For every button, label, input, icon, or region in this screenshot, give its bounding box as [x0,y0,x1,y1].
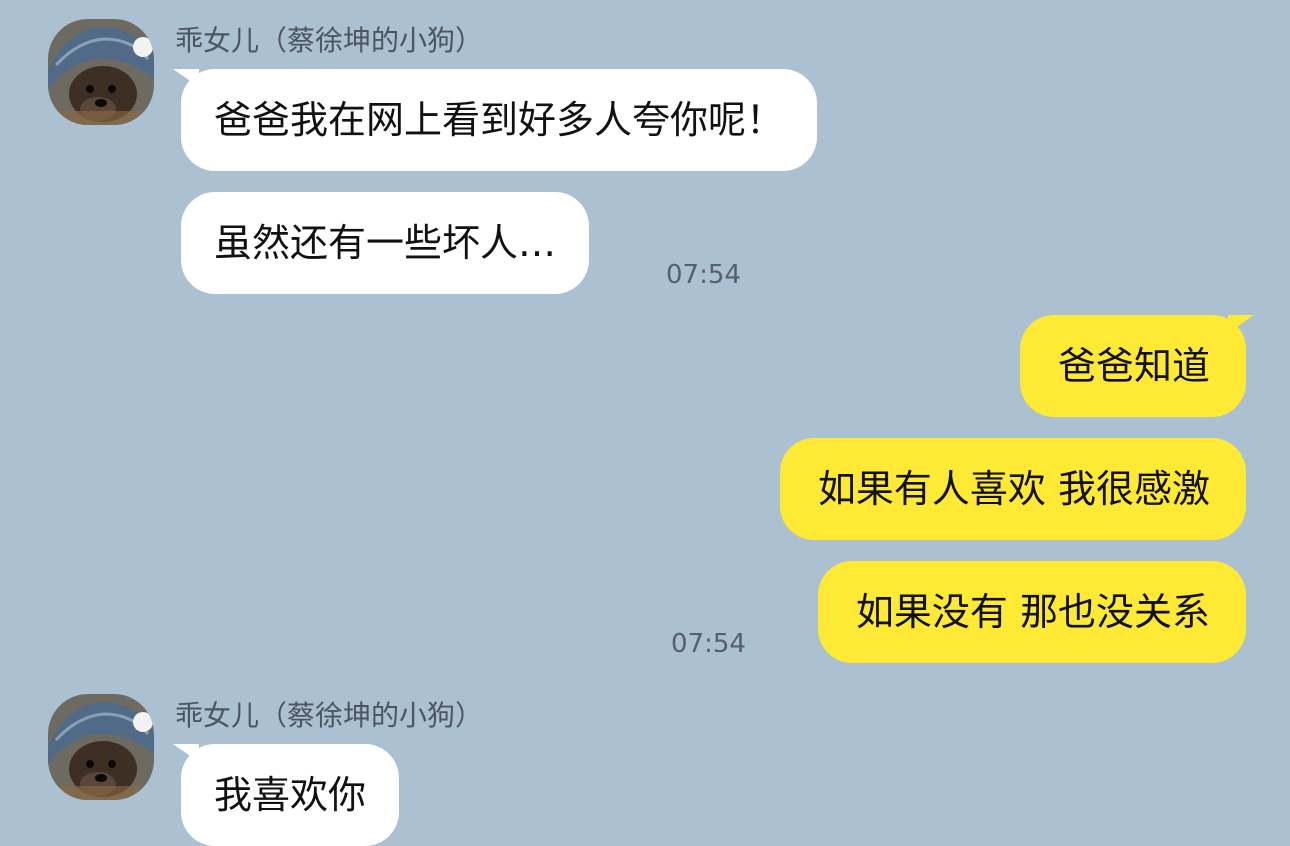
dog-avatar-icon[interactable] [48,694,154,800]
message-bubble-outgoing[interactable]: 如果有人喜欢 我很感激 [779,438,1246,540]
message-bubble-outgoing[interactable]: 爸爸知道 [1019,315,1246,417]
dog-avatar-icon[interactable] [48,19,154,125]
message-bubble-incoming[interactable]: 虽然还有一些坏人… [181,192,590,294]
message-timestamp: 07:54 [666,260,741,290]
sender-name: 乖女儿（蔡徐坤的小狗） [175,699,484,732]
message-bubble-incoming[interactable]: 爸爸我在网上看到好多人夸你呢！ [181,69,818,171]
message-bubble-incoming[interactable]: 我喜欢你 [181,744,400,846]
sender-name: 乖女儿（蔡徐坤的小狗） [175,24,484,57]
message-timestamp: 07:54 [671,629,746,659]
message-bubble-outgoing[interactable]: 如果没有 那也没关系 [817,561,1246,663]
chat-window: 乖女儿（蔡徐坤的小狗） 爸爸我在网上看到好多人夸你呢！ 虽然还有一些坏人… 07… [0,0,1290,846]
